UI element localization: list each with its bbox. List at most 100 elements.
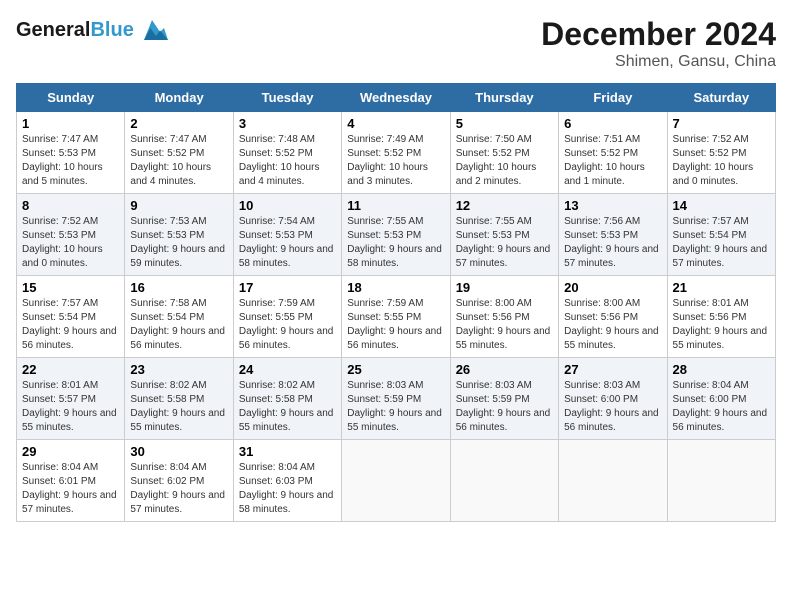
day-number: 2: [130, 116, 227, 131]
calendar-day-cell: 31 Sunrise: 8:04 AM Sunset: 6:03 PM Dayl…: [233, 440, 341, 522]
day-number: 18: [347, 280, 444, 295]
day-number: 13: [564, 198, 661, 213]
weekday-header: Wednesday: [342, 84, 450, 112]
calendar-week-row: 8 Sunrise: 7:52 AM Sunset: 5:53 PM Dayli…: [17, 194, 776, 276]
calendar-day-cell: 8 Sunrise: 7:52 AM Sunset: 5:53 PM Dayli…: [17, 194, 125, 276]
day-info: Sunrise: 7:51 AM Sunset: 5:52 PM Dayligh…: [564, 133, 661, 189]
calendar-day-cell: 26 Sunrise: 8:03 AM Sunset: 5:59 PM Dayl…: [450, 358, 558, 440]
day-number: 23: [130, 362, 227, 377]
day-info: Sunrise: 8:04 AM Sunset: 6:00 PM Dayligh…: [673, 379, 770, 435]
day-number: 3: [239, 116, 336, 131]
logo-text: GeneralBlue: [16, 19, 134, 41]
calendar-day-cell: 23 Sunrise: 8:02 AM Sunset: 5:58 PM Dayl…: [125, 358, 233, 440]
weekday-header: Saturday: [667, 84, 775, 112]
day-number: 9: [130, 198, 227, 213]
day-info: Sunrise: 8:00 AM Sunset: 5:56 PM Dayligh…: [564, 297, 661, 353]
calendar-day-cell: 10 Sunrise: 7:54 AM Sunset: 5:53 PM Dayl…: [233, 194, 341, 276]
day-info: Sunrise: 7:55 AM Sunset: 5:53 PM Dayligh…: [456, 215, 553, 271]
calendar-day-cell: 12 Sunrise: 7:55 AM Sunset: 5:53 PM Dayl…: [450, 194, 558, 276]
calendar-day-cell: [667, 440, 775, 522]
header-row: SundayMondayTuesdayWednesdayThursdayFrid…: [17, 84, 776, 112]
logo-icon: [136, 16, 168, 44]
weekday-header: Tuesday: [233, 84, 341, 112]
day-info: Sunrise: 7:55 AM Sunset: 5:53 PM Dayligh…: [347, 215, 444, 271]
day-number: 20: [564, 280, 661, 295]
day-number: 1: [22, 116, 119, 131]
calendar-day-cell: 28 Sunrise: 8:04 AM Sunset: 6:00 PM Dayl…: [667, 358, 775, 440]
calendar-day-cell: 2 Sunrise: 7:47 AM Sunset: 5:52 PM Dayli…: [125, 112, 233, 194]
calendar-day-cell: 4 Sunrise: 7:49 AM Sunset: 5:52 PM Dayli…: [342, 112, 450, 194]
weekday-header: Monday: [125, 84, 233, 112]
calendar-day-cell: 24 Sunrise: 8:02 AM Sunset: 5:58 PM Dayl…: [233, 358, 341, 440]
calendar-day-cell: 1 Sunrise: 7:47 AM Sunset: 5:53 PM Dayli…: [17, 112, 125, 194]
day-number: 31: [239, 444, 336, 459]
day-info: Sunrise: 7:50 AM Sunset: 5:52 PM Dayligh…: [456, 133, 553, 189]
day-info: Sunrise: 7:57 AM Sunset: 5:54 PM Dayligh…: [22, 297, 119, 353]
day-info: Sunrise: 8:01 AM Sunset: 5:57 PM Dayligh…: [22, 379, 119, 435]
calendar-day-cell: 6 Sunrise: 7:51 AM Sunset: 5:52 PM Dayli…: [559, 112, 667, 194]
calendar-week-row: 22 Sunrise: 8:01 AM Sunset: 5:57 PM Dayl…: [17, 358, 776, 440]
day-number: 25: [347, 362, 444, 377]
day-number: 11: [347, 198, 444, 213]
day-number: 19: [456, 280, 553, 295]
day-number: 17: [239, 280, 336, 295]
day-number: 4: [347, 116, 444, 131]
day-info: Sunrise: 8:04 AM Sunset: 6:03 PM Dayligh…: [239, 461, 336, 517]
calendar-day-cell: 22 Sunrise: 8:01 AM Sunset: 5:57 PM Dayl…: [17, 358, 125, 440]
title-block: December 2024 Shimen, Gansu, China: [541, 16, 776, 71]
calendar-week-row: 29 Sunrise: 8:04 AM Sunset: 6:01 PM Dayl…: [17, 440, 776, 522]
calendar-day-cell: 7 Sunrise: 7:52 AM Sunset: 5:52 PM Dayli…: [667, 112, 775, 194]
day-info: Sunrise: 8:03 AM Sunset: 5:59 PM Dayligh…: [347, 379, 444, 435]
day-info: Sunrise: 7:54 AM Sunset: 5:53 PM Dayligh…: [239, 215, 336, 271]
calendar-day-cell: 11 Sunrise: 7:55 AM Sunset: 5:53 PM Dayl…: [342, 194, 450, 276]
day-info: Sunrise: 8:00 AM Sunset: 5:56 PM Dayligh…: [456, 297, 553, 353]
day-number: 22: [22, 362, 119, 377]
calendar-table: SundayMondayTuesdayWednesdayThursdayFrid…: [16, 83, 776, 522]
day-info: Sunrise: 7:52 AM Sunset: 5:52 PM Dayligh…: [673, 133, 770, 189]
page-header: GeneralBlue December 2024 Shimen, Gansu,…: [16, 16, 776, 71]
day-info: Sunrise: 8:02 AM Sunset: 5:58 PM Dayligh…: [130, 379, 227, 435]
weekday-header: Friday: [559, 84, 667, 112]
calendar-day-cell: 16 Sunrise: 7:58 AM Sunset: 5:54 PM Dayl…: [125, 276, 233, 358]
day-info: Sunrise: 8:02 AM Sunset: 5:58 PM Dayligh…: [239, 379, 336, 435]
calendar-day-cell: 5 Sunrise: 7:50 AM Sunset: 5:52 PM Dayli…: [450, 112, 558, 194]
calendar-day-cell: 27 Sunrise: 8:03 AM Sunset: 6:00 PM Dayl…: [559, 358, 667, 440]
day-info: Sunrise: 8:01 AM Sunset: 5:56 PM Dayligh…: [673, 297, 770, 353]
calendar-day-cell: 17 Sunrise: 7:59 AM Sunset: 5:55 PM Dayl…: [233, 276, 341, 358]
day-number: 26: [456, 362, 553, 377]
day-info: Sunrise: 7:59 AM Sunset: 5:55 PM Dayligh…: [347, 297, 444, 353]
month-title: December 2024: [541, 16, 776, 53]
day-info: Sunrise: 7:47 AM Sunset: 5:52 PM Dayligh…: [130, 133, 227, 189]
calendar-day-cell: 29 Sunrise: 8:04 AM Sunset: 6:01 PM Dayl…: [17, 440, 125, 522]
day-number: 27: [564, 362, 661, 377]
day-info: Sunrise: 8:03 AM Sunset: 5:59 PM Dayligh…: [456, 379, 553, 435]
day-number: 7: [673, 116, 770, 131]
calendar-day-cell: 20 Sunrise: 8:00 AM Sunset: 5:56 PM Dayl…: [559, 276, 667, 358]
day-info: Sunrise: 7:56 AM Sunset: 5:53 PM Dayligh…: [564, 215, 661, 271]
day-number: 24: [239, 362, 336, 377]
calendar-day-cell: 18 Sunrise: 7:59 AM Sunset: 5:55 PM Dayl…: [342, 276, 450, 358]
calendar-day-cell: 19 Sunrise: 8:00 AM Sunset: 5:56 PM Dayl…: [450, 276, 558, 358]
calendar-day-cell: 13 Sunrise: 7:56 AM Sunset: 5:53 PM Dayl…: [559, 194, 667, 276]
day-info: Sunrise: 7:53 AM Sunset: 5:53 PM Dayligh…: [130, 215, 227, 271]
calendar-day-cell: 30 Sunrise: 8:04 AM Sunset: 6:02 PM Dayl…: [125, 440, 233, 522]
day-info: Sunrise: 7:52 AM Sunset: 5:53 PM Dayligh…: [22, 215, 119, 271]
calendar-day-cell: [450, 440, 558, 522]
day-number: 5: [456, 116, 553, 131]
day-info: Sunrise: 7:58 AM Sunset: 5:54 PM Dayligh…: [130, 297, 227, 353]
day-info: Sunrise: 7:57 AM Sunset: 5:54 PM Dayligh…: [673, 215, 770, 271]
day-number: 21: [673, 280, 770, 295]
calendar-day-cell: 21 Sunrise: 8:01 AM Sunset: 5:56 PM Dayl…: [667, 276, 775, 358]
day-info: Sunrise: 7:59 AM Sunset: 5:55 PM Dayligh…: [239, 297, 336, 353]
calendar-day-cell: [342, 440, 450, 522]
calendar-week-row: 15 Sunrise: 7:57 AM Sunset: 5:54 PM Dayl…: [17, 276, 776, 358]
day-number: 10: [239, 198, 336, 213]
weekday-header: Sunday: [17, 84, 125, 112]
calendar-week-row: 1 Sunrise: 7:47 AM Sunset: 5:53 PM Dayli…: [17, 112, 776, 194]
calendar-day-cell: [559, 440, 667, 522]
day-number: 15: [22, 280, 119, 295]
day-info: Sunrise: 8:03 AM Sunset: 6:00 PM Dayligh…: [564, 379, 661, 435]
day-number: 30: [130, 444, 227, 459]
day-info: Sunrise: 7:49 AM Sunset: 5:52 PM Dayligh…: [347, 133, 444, 189]
day-info: Sunrise: 8:04 AM Sunset: 6:02 PM Dayligh…: [130, 461, 227, 517]
